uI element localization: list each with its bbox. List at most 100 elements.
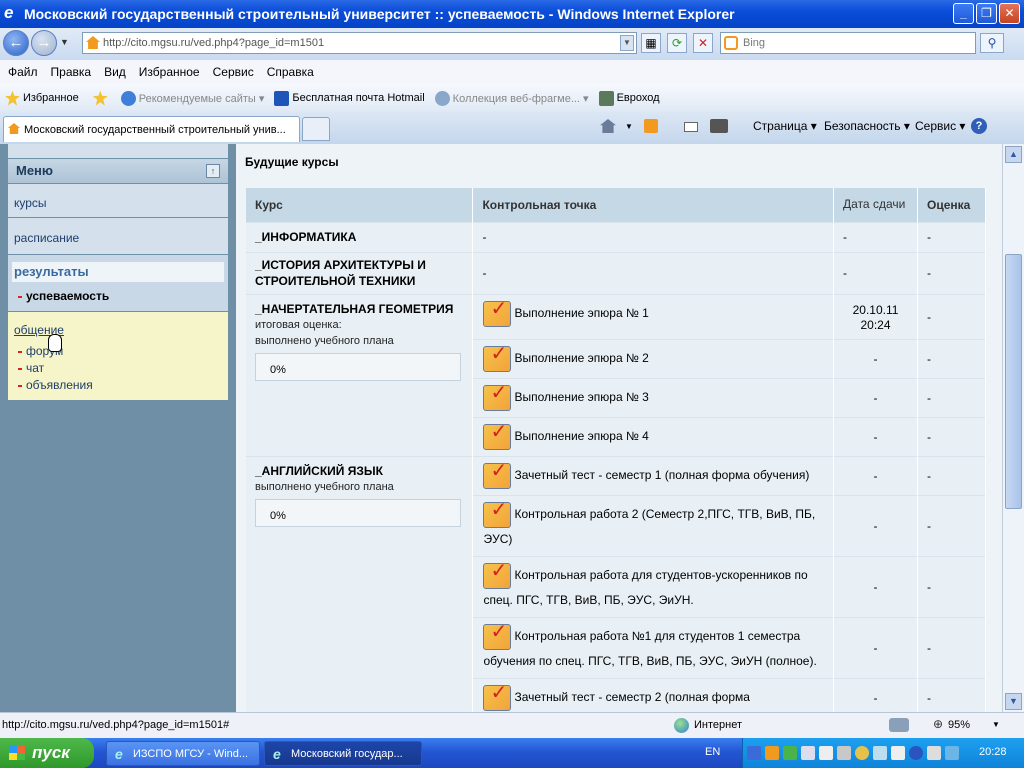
vertical-scrollbar[interactable]: ▲ ▼ <box>1002 144 1024 712</box>
address-dropdown-icon[interactable]: ▼ <box>620 35 634 51</box>
globe-icon <box>674 718 689 733</box>
checkpoint-link[interactable]: Выполнение эпюра № 3 <box>514 390 648 404</box>
stop-icon[interactable]: ✕ <box>693 33 713 53</box>
tray-network-icon[interactable] <box>783 746 797 760</box>
close-button[interactable]: ✕ <box>999 3 1020 24</box>
tray-usb-icon[interactable] <box>927 746 941 760</box>
web-slice-icon <box>434 90 450 106</box>
checkpoint-cell[interactable]: Контрольная работа 2 (Семестр 2,ПГС, ТГВ… <box>472 494 835 556</box>
menu-edit[interactable]: Правка <box>51 65 92 79</box>
tray-device-icon[interactable] <box>801 746 815 760</box>
compatibility-icon[interactable]: ▦ <box>641 33 661 53</box>
bullet-icon <box>18 367 22 370</box>
sidebar-subitem-progress[interactable]: успеваемость <box>18 289 109 303</box>
checkpoint-link[interactable]: Контрольная работа №1 для студентов 1 се… <box>483 629 816 668</box>
language-indicator[interactable]: EN <box>705 746 720 758</box>
history-dropdown-icon[interactable]: ▼ <box>60 37 69 47</box>
favorites-label: Избранное <box>23 92 79 104</box>
sidebar-subitem-chat[interactable]: чат <box>18 361 44 375</box>
header-date: Дата сдачи <box>833 188 918 222</box>
collapse-icon[interactable]: ↑ <box>206 164 220 178</box>
checkpoint-cell[interactable]: Выполнение эпюра № 2 <box>472 338 835 378</box>
checkpoint-cell[interactable]: Выполнение эпюра № 3 <box>472 377 835 417</box>
taskbar-item-izspo[interactable]: ИЗСПО МГСУ - Wind... <box>106 741 260 766</box>
menu-help[interactable]: Справка <box>267 65 314 79</box>
home-dropdown-icon[interactable]: ▼ <box>625 122 633 131</box>
title-bar[interactable]: e Московский государственный строительны… <box>0 0 1024 28</box>
taskbar-item-mgsu[interactable]: Московский государ... <box>264 741 422 766</box>
checkpoint-cell[interactable]: Выполнение эпюра № 4 <box>472 416 835 456</box>
back-button[interactable]: ← <box>3 30 29 56</box>
checkpoint-link[interactable]: Контрольная работа 2 (Семестр 2,ПГС, ТГВ… <box>483 507 815 546</box>
tray-clock-icon[interactable] <box>945 746 959 760</box>
tray-bluetooth-icon[interactable] <box>747 746 761 760</box>
page-title: Будущие курсы <box>245 155 339 169</box>
new-tab-button[interactable] <box>302 117 330 141</box>
tray-monitor-icon[interactable] <box>873 746 887 760</box>
fav-hotmail[interactable]: Бесплатная почта Hotmail <box>274 90 425 106</box>
checkpoint-cell[interactable]: Выполнение эпюра № 1 <box>472 293 835 339</box>
mail-icon[interactable] <box>684 122 698 132</box>
final-grade-label: итоговая оценка: <box>255 318 342 331</box>
header-checkpoint: Контрольная точка <box>472 188 835 222</box>
menu-file[interactable]: Файл <box>8 65 38 79</box>
checkpoint-link[interactable]: Выполнение эпюра № 2 <box>514 351 648 365</box>
sidebar-item-results[interactable]: результаты <box>12 262 224 282</box>
sidebar-item-courses[interactable]: курсы <box>8 184 228 217</box>
checkpoint-link[interactable]: Выполнение эпюра № 4 <box>514 429 648 443</box>
status-url: http://cito.mgsu.ru/ved.php4?page_id=m15… <box>2 719 230 731</box>
menu-tools[interactable]: Сервис <box>213 65 254 79</box>
scroll-thumb[interactable] <box>1005 254 1022 509</box>
tray-security-icon[interactable] <box>855 746 869 760</box>
sidebar-item-schedule[interactable]: расписание <box>8 218 228 254</box>
scroll-up-button[interactable]: ▲ <box>1005 146 1022 163</box>
tray-printer-icon[interactable] <box>891 746 905 760</box>
courses-table: Курс Контрольная точка Дата сдачи Оценка… <box>246 188 987 712</box>
checkpoint-cell[interactable]: Зачетный тест - семестр 1 (полная форма … <box>472 455 835 495</box>
checkpoint-link[interactable]: Контрольная работа для студентов-ускорен… <box>483 568 807 607</box>
refresh-icon[interactable]: ⟳ <box>667 33 687 53</box>
menu-favorites[interactable]: Избранное <box>139 65 200 79</box>
protected-mode-icon[interactable] <box>889 718 909 732</box>
tray-update-icon[interactable] <box>909 746 923 760</box>
checkpoint-link[interactable]: Зачетный тест - семестр 1 (полная форма … <box>514 468 809 482</box>
forward-button[interactable]: → <box>31 30 57 56</box>
home-icon[interactable] <box>600 119 616 133</box>
tools-menu[interactable]: Сервис ▾ <box>915 119 965 133</box>
task-check-icon <box>483 343 512 372</box>
page-menu[interactable]: Страница ▾ <box>753 119 817 133</box>
fav-web-slices[interactable]: Коллекция веб-фрагме... ▾ <box>434 90 589 106</box>
search-input[interactable]: Bing <box>720 32 976 54</box>
checkpoint-cell[interactable]: Контрольная работа №1 для студентов 1 се… <box>472 616 835 678</box>
start-button[interactable]: пуск <box>0 738 94 768</box>
checkpoint-cell[interactable]: Зачетный тест - семестр 2 (полная форма <box>472 677 835 712</box>
maximize-button[interactable]: ❐ <box>976 3 997 24</box>
checkpoint-link[interactable]: Зачетный тест - семестр 2 (полная форма <box>514 690 749 704</box>
zoom-dropdown-icon[interactable]: ▼ <box>992 720 1000 729</box>
add-favorites-button[interactable] <box>92 90 111 106</box>
tab-active[interactable]: Московский государственный строительный … <box>3 116 300 142</box>
checkpoint-link[interactable]: Выполнение эпюра № 1 <box>514 306 648 320</box>
address-input[interactable]: http://cito.mgsu.ru/ved.php4?page_id=m15… <box>82 32 637 54</box>
rss-icon[interactable] <box>644 119 658 133</box>
minimize-button[interactable]: _ <box>953 3 974 24</box>
fav-evrohod[interactable]: Евроход <box>598 90 660 106</box>
help-icon[interactable]: ? <box>971 118 987 134</box>
scroll-down-button[interactable]: ▼ <box>1005 693 1022 710</box>
course-cell-geometry: _НАЧЕРТАТЕЛЬНАЯ ГЕОМЕТРИЯ итоговая оценк… <box>246 293 474 456</box>
search-button[interactable]: ⚲ <box>980 33 1004 53</box>
tray-app-icon[interactable] <box>765 746 779 760</box>
tray-display-icon[interactable] <box>819 746 833 760</box>
sidebar-subitem-announcements[interactable]: объявления <box>18 378 93 392</box>
print-icon[interactable] <box>710 119 728 133</box>
zoom-level[interactable]: 95% <box>948 719 970 731</box>
fav-suggested-sites[interactable]: Рекомендуемые сайты ▾ <box>120 90 264 106</box>
menu-view[interactable]: Вид <box>104 65 126 79</box>
safety-menu[interactable]: Безопасность ▾ <box>824 119 910 133</box>
table-row: _ИСТОРИЯ АРХИТЕКТУРЫ И СТРОИТЕЛЬНОЙ ТЕХН… <box>246 251 987 294</box>
tray-time[interactable]: 20:28 <box>979 746 1007 758</box>
checkpoint-cell[interactable]: Контрольная работа для студентов-ускорен… <box>472 555 835 617</box>
favorites-button[interactable]: Избранное <box>5 90 79 106</box>
grade-cell: - <box>917 494 987 556</box>
tray-volume-icon[interactable] <box>837 746 851 760</box>
